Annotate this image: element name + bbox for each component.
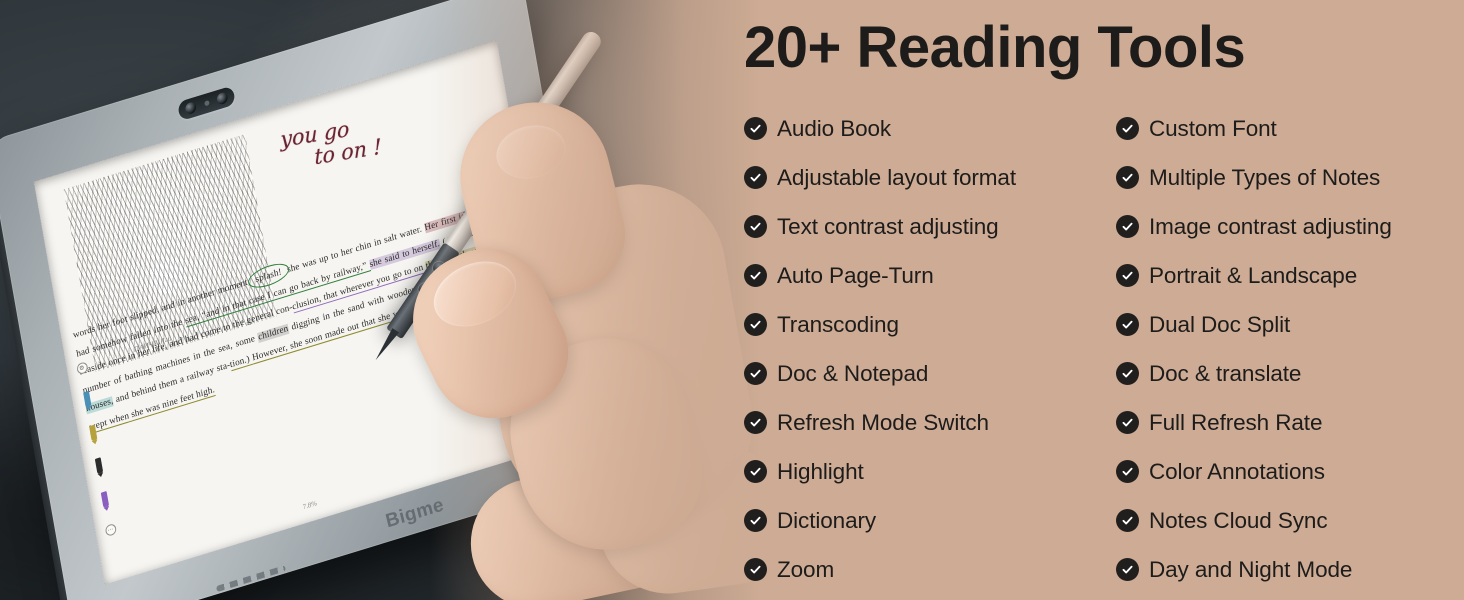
page-title: 20+ Reading Tools <box>744 15 1246 80</box>
feature-item: Highlight <box>744 447 1124 496</box>
check-circle-icon <box>1116 362 1139 385</box>
feature-label: Text contrast adjusting <box>777 213 999 239</box>
feature-item: Audio Book <box>744 104 1124 153</box>
check-circle-icon <box>1116 264 1139 287</box>
feature-label: Auto Page-Turn <box>777 262 934 288</box>
camera-module <box>177 85 236 122</box>
feature-item: Dictionary <box>744 496 1124 545</box>
feature-item: Zoom <box>744 545 1124 594</box>
feature-item: Doc & Notepad <box>744 349 1124 398</box>
check-circle-icon <box>744 460 767 483</box>
feature-label: Notes Cloud Sync <box>1149 507 1328 533</box>
check-circle-icon <box>1116 558 1139 581</box>
feature-item: Color Annotations <box>1116 447 1464 496</box>
feature-item: Multiple Types of Notes <box>1116 153 1464 202</box>
feature-label: Doc & translate <box>1149 360 1302 386</box>
feature-list-left: Audio Book Adjustable layout format Text c… <box>744 104 1124 594</box>
camera-lens-left <box>184 101 197 116</box>
check-circle-icon <box>1116 166 1139 189</box>
feature-item: Text contrast adjusting <box>744 202 1124 251</box>
feature-item: Dual Doc Split <box>1116 300 1464 349</box>
feature-item: Day and Night Mode <box>1116 545 1464 594</box>
camera-sensor-dot <box>204 99 210 107</box>
feature-label: Refresh Mode Switch <box>777 409 989 435</box>
purple-pen-icon[interactable] <box>100 490 110 508</box>
feature-list-right: Custom Font Multiple Types of Notes Image … <box>1116 104 1464 594</box>
yellow-pen-icon[interactable] <box>89 424 98 441</box>
check-circle-icon <box>744 313 767 336</box>
check-circle-icon <box>744 215 767 238</box>
check-circle-icon <box>744 264 767 287</box>
circled-word: splash! <box>252 266 285 286</box>
check-circle-icon <box>744 362 767 385</box>
feature-label: Color Annotations <box>1149 458 1325 484</box>
feature-label: Multiple Types of Notes <box>1149 164 1381 190</box>
check-circle-icon <box>1116 117 1139 140</box>
feature-label: Custom Font <box>1149 115 1277 141</box>
settings-icon[interactable]: ⚙ <box>75 361 89 376</box>
feature-item: Adjustable layout format <box>744 153 1124 202</box>
feature-item: Notes Cloud Sync <box>1116 496 1464 545</box>
camera-lens-right <box>216 91 229 106</box>
more-icon[interactable]: ⋯ <box>104 522 117 538</box>
feature-label: Dictionary <box>777 507 877 533</box>
blue-pen-icon[interactable] <box>83 391 92 408</box>
feature-item: Doc & translate <box>1116 349 1464 398</box>
features-panel: 20+ Reading Tools Audio Book Adjustable l… <box>700 0 1464 600</box>
feature-label: Day and Night Mode <box>1149 556 1353 582</box>
feature-item: Auto Page-Turn <box>744 251 1124 300</box>
feature-label: Dual Doc Split <box>1149 311 1291 337</box>
check-circle-icon <box>744 558 767 581</box>
feature-item: Transcoding <box>744 300 1124 349</box>
feature-label: Adjustable layout format <box>777 164 1016 190</box>
check-circle-icon <box>744 509 767 532</box>
feature-item: Portrait & Landscape <box>1116 251 1464 300</box>
feature-label: Audio Book <box>777 115 892 141</box>
check-circle-icon <box>744 411 767 434</box>
feature-label: Full Refresh Rate <box>1149 409 1323 435</box>
product-photo: ПАИЧА Рго you go to on ! words her foot … <box>0 0 760 600</box>
feature-label: Zoom <box>777 556 835 582</box>
feature-item: Image contrast adjusting <box>1116 202 1464 251</box>
feature-label: Doc & Notepad <box>777 360 929 386</box>
check-circle-icon <box>1116 460 1139 483</box>
check-circle-icon <box>1116 509 1139 532</box>
highlight-gray: children <box>257 323 290 343</box>
check-circle-icon <box>744 117 767 140</box>
check-circle-icon <box>1116 215 1139 238</box>
check-circle-icon <box>1116 313 1139 336</box>
reading-tools-banner: ПАИЧА Рго you go to on ! words her foot … <box>0 0 1464 600</box>
feature-item: Refresh Mode Switch <box>744 398 1124 447</box>
feature-item: Full Refresh Rate <box>1116 398 1464 447</box>
check-circle-icon <box>744 166 767 189</box>
black-pen-icon[interactable] <box>94 457 104 475</box>
feature-label: Highlight <box>777 458 864 484</box>
feature-label: Portrait & Landscape <box>1149 262 1358 288</box>
feature-item: Custom Font <box>1116 104 1464 153</box>
feature-label: Image contrast adjusting <box>1149 213 1392 239</box>
check-circle-icon <box>1116 411 1139 434</box>
feature-label: Transcoding <box>777 311 899 337</box>
